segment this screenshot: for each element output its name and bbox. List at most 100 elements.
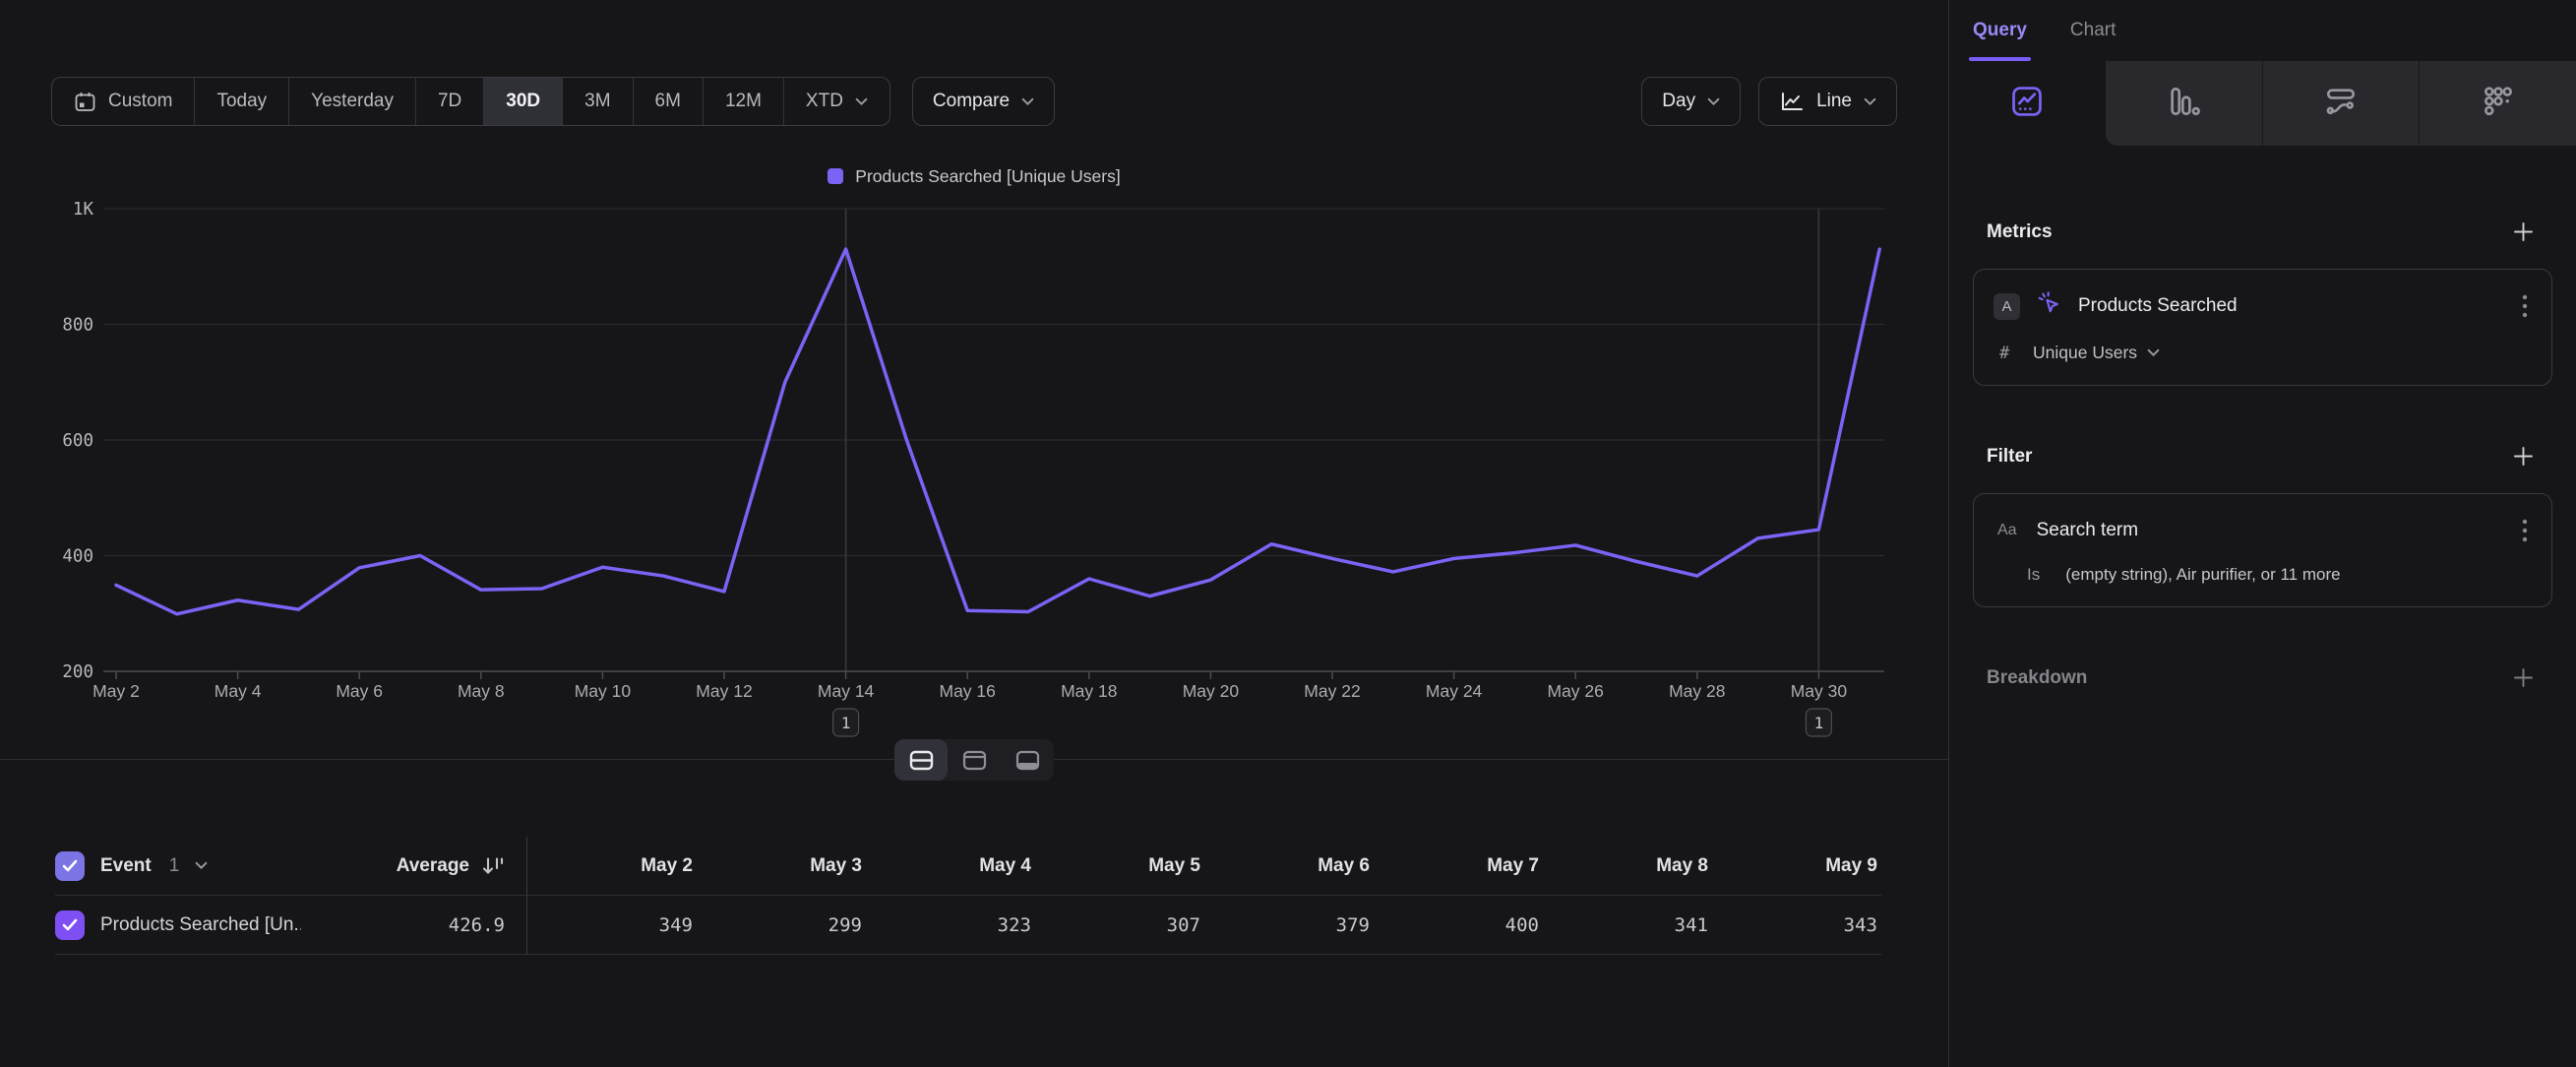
y-axis-label: 1K [73, 200, 94, 220]
chevron-down-icon [855, 97, 868, 106]
metrics-section: Metrics A Products Searched [1949, 217, 2576, 386]
y-axis-label: 200 [62, 662, 93, 682]
date-range-label: Today [216, 91, 267, 112]
legend-swatch [828, 168, 843, 184]
tab-chart[interactable]: Chart [2070, 0, 2116, 61]
table-header-day[interactable]: May 2 [527, 837, 697, 896]
table-row-event: Products Searched [Un... [55, 896, 301, 955]
date-range-today[interactable]: Today [194, 78, 288, 125]
table-header-day[interactable]: May 6 [1204, 837, 1374, 896]
table-header-day[interactable]: May 5 [1035, 837, 1204, 896]
filter-options-kebab-icon[interactable] [2518, 514, 2532, 547]
table-header-day[interactable]: May 9 [1712, 837, 1881, 896]
date-range-custom[interactable]: Custom [52, 78, 194, 125]
app-window: Custom Today Yesterday 7D 30D 3M 6M 12M … [0, 0, 2576, 1067]
date-range-3m[interactable]: 3M [562, 78, 632, 125]
query-sidebar: Query Chart [1948, 0, 2576, 1067]
event-count: 1 [169, 855, 180, 877]
compare-label: Compare [933, 91, 1010, 112]
table-cell-value: 341 [1543, 896, 1712, 955]
x-axis-label: May 12 [696, 681, 752, 701]
compare-button[interactable]: Compare [912, 77, 1055, 126]
x-axis-label: May 10 [575, 681, 632, 701]
granularity-dropdown[interactable]: Day [1641, 77, 1741, 126]
table-header-event: Event 1 [55, 837, 301, 896]
flows-report-tab[interactable] [2262, 61, 2420, 146]
tab-query[interactable]: Query [1973, 0, 2027, 61]
chevron-down-icon[interactable] [195, 861, 208, 870]
chart-type-dropdown[interactable]: Line [1758, 77, 1897, 126]
table-cell-value: 299 [697, 896, 866, 955]
filter-heading: Filter [1987, 446, 2032, 468]
chart-legend: Products Searched [Unique Users] [0, 165, 1948, 187]
filter-value[interactable]: (empty string), Air purifier, or 11 more [2065, 565, 2340, 585]
date-range-7d[interactable]: 7D [415, 78, 483, 125]
date-range-30d[interactable]: 30D [483, 78, 562, 125]
table-cell-value: 307 [1035, 896, 1204, 955]
x-axis-label: May 8 [458, 681, 505, 701]
date-range-xtd[interactable]: XTD [783, 78, 889, 125]
table-header-day[interactable]: May 7 [1374, 837, 1543, 896]
event-header-label: Event [100, 855, 152, 877]
annotation-marker-label: 1 [1814, 714, 1824, 732]
string-property-icon: Aa [1993, 518, 2021, 544]
x-axis-label: May 24 [1426, 681, 1483, 701]
date-range-label: 7D [438, 91, 461, 112]
row-checkbox[interactable] [55, 910, 85, 940]
add-breakdown-button[interactable] [2508, 662, 2539, 693]
legend-label: Products Searched [Unique Users] [855, 166, 1120, 187]
x-axis-label: May 30 [1791, 681, 1848, 701]
table-cell-value: 400 [1374, 896, 1543, 955]
retention-report-tab[interactable] [2419, 61, 2576, 146]
event-icon [2036, 290, 2062, 322]
x-axis-label: May 22 [1304, 681, 1360, 701]
chart-controls: Day Line [1641, 77, 1897, 126]
table-view-toggle[interactable] [1001, 739, 1054, 781]
table-header-day[interactable]: May 3 [697, 837, 866, 896]
date-range-6m[interactable]: 6M [633, 78, 703, 125]
insights-report-tab[interactable] [1949, 61, 2106, 146]
measure-dropdown[interactable]: Unique Users [2033, 343, 2160, 363]
line-chart-icon [1779, 91, 1805, 113]
select-all-checkbox[interactable] [55, 851, 85, 881]
chart-type-label: Line [1816, 91, 1852, 112]
row-label: Products Searched [Un... [100, 914, 301, 936]
table-header-average[interactable]: Average [301, 837, 527, 896]
add-metric-button[interactable] [2508, 217, 2539, 247]
date-range-label: XTD [806, 91, 843, 112]
filter-operator[interactable]: Is [2027, 565, 2040, 585]
date-range-12m[interactable]: 12M [703, 78, 783, 125]
chevron-down-icon [1707, 97, 1720, 106]
chart-toolbar: Custom Today Yesterday 7D 30D 3M 6M 12M … [51, 77, 1897, 126]
annotation-marker-label: 1 [841, 714, 851, 732]
y-axis-label: 600 [62, 431, 93, 451]
insights-icon [2010, 85, 2044, 123]
metric-options-kebab-icon[interactable] [2518, 289, 2532, 323]
x-axis-label: May 16 [940, 681, 996, 701]
funnels-report-tab[interactable] [2106, 61, 2262, 146]
table-cell-value: 323 [866, 896, 1035, 955]
panel-divider [0, 759, 1948, 760]
line-series[interactable] [116, 249, 1879, 614]
view-layout-toggles [894, 739, 1054, 781]
date-range-label: Custom [108, 91, 172, 112]
x-axis-label: May 28 [1669, 681, 1725, 701]
measure-type-icon: # [1999, 344, 2019, 363]
x-axis-label: May 18 [1061, 681, 1117, 701]
date-range-label: Yesterday [311, 91, 394, 112]
metric-card[interactable]: A Products Searched # [1973, 269, 2552, 386]
metric-series-badge: A [1993, 293, 2020, 320]
filter-card[interactable]: Aa Search term Is (empty string), Air pu… [1973, 493, 2552, 607]
filter-section: Filter Aa Search term Is (empty string),… [1949, 441, 2576, 607]
x-axis-label: May 2 [92, 681, 140, 701]
table-header-day[interactable]: May 4 [866, 837, 1035, 896]
chart-view-toggle[interactable] [948, 739, 1001, 781]
add-filter-button[interactable] [2508, 441, 2539, 471]
metric-title: Products Searched [2078, 295, 2502, 317]
date-range-yesterday[interactable]: Yesterday [288, 78, 415, 125]
funnels-icon [2167, 85, 2200, 123]
sidebar-tabs: Query Chart [1949, 0, 2576, 61]
chevron-down-icon [2147, 348, 2160, 357]
table-header-day[interactable]: May 8 [1543, 837, 1712, 896]
split-view-toggle[interactable] [894, 739, 948, 781]
